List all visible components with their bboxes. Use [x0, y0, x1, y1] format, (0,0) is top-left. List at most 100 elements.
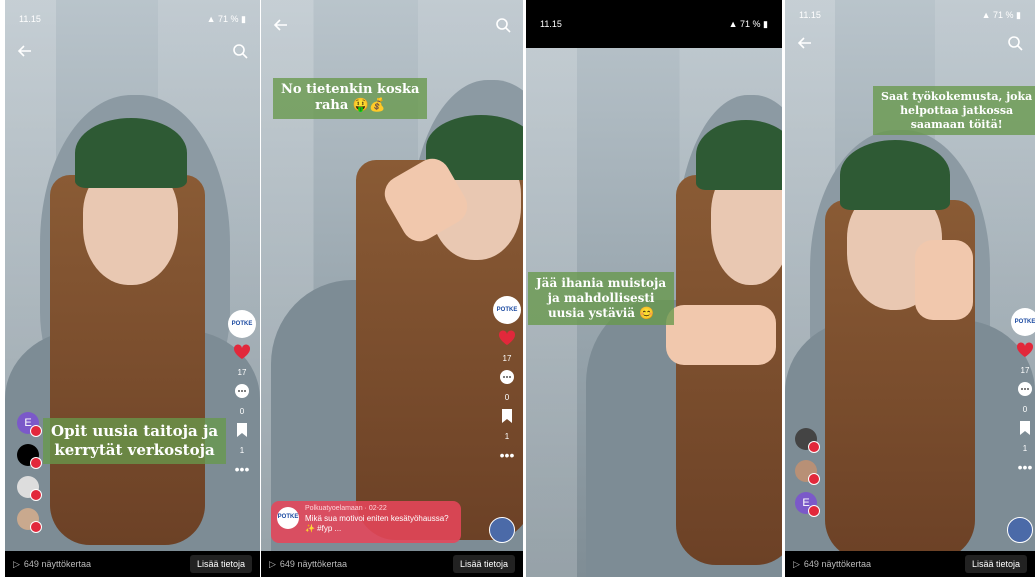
comment-icon[interactable]	[1017, 381, 1033, 399]
top-bar	[261, 14, 523, 36]
heart-badge-icon	[808, 473, 820, 485]
action-rail: POTKE 17 0 1 •••	[228, 310, 256, 477]
heart-icon[interactable]	[1016, 342, 1034, 360]
more-icon[interactable]: •••	[500, 447, 515, 463]
comment-count: 0	[504, 393, 510, 402]
avatar[interactable]: E	[795, 492, 820, 517]
battery-text: 71 %	[993, 9, 1014, 20]
bottom-bar: ▷ 649 näyttökertaa Lisää tietoja	[785, 551, 1035, 577]
viewer-avatars: E	[17, 412, 42, 533]
comment-author: Polkuatyoelamaan · 02-22	[305, 505, 387, 512]
avatar[interactable]	[17, 476, 42, 501]
video-panel-2[interactable]: No tietenkin koska raha 🤑💰 POTKE 17 0 1 …	[261, 0, 523, 577]
avatar[interactable]: E	[17, 412, 42, 437]
action-rail: POTKE 17 0 1 •••	[1011, 308, 1035, 475]
top-bar	[785, 32, 1035, 54]
action-rail: POTKE 17 0 1 •••	[493, 296, 521, 463]
back-arrow-icon[interactable]	[271, 15, 291, 35]
caption: Jää ihania muistoja ja mahdollisesti uus…	[528, 272, 675, 325]
heart-icon[interactable]	[233, 344, 251, 362]
caption-line: No tietenkin koska	[281, 82, 420, 97]
status-time: 11.15	[19, 14, 41, 24]
comment-text: Mikä sua motivoi eniten kesätyöhaussa? ✨…	[305, 513, 449, 533]
top-bar	[5, 40, 260, 62]
video-panel-1[interactable]: 11.15 ▲ 71 % ▮ Opit uusia taitoja ja ker…	[5, 0, 260, 577]
caption-line: kerrytät verkostoja	[54, 440, 215, 459]
battery-indicator: ▲ 71 % ▮	[206, 13, 246, 24]
account-logo[interactable]: POTKE	[228, 310, 256, 338]
comment-icon[interactable]	[234, 383, 250, 401]
battery-text: 71 %	[218, 13, 239, 24]
comment-count: 0	[1022, 405, 1028, 414]
account-logo[interactable]: POTKE	[493, 296, 521, 324]
like-count: 17	[1020, 366, 1030, 375]
more-icon[interactable]: •••	[1018, 459, 1033, 475]
search-icon[interactable]	[1005, 33, 1025, 53]
caption-line: uusia ystäviä 😊	[547, 306, 655, 320]
caption-line: helpottaa jatkossa	[900, 103, 1014, 117]
avatar[interactable]	[17, 444, 42, 469]
heart-badge-icon	[30, 521, 42, 533]
search-icon[interactable]	[230, 41, 250, 61]
play-icon: ▷	[793, 558, 800, 569]
like-count: 17	[237, 368, 247, 377]
battery-text: 71 %	[740, 18, 761, 29]
comment-bubble[interactable]: POTKE Polkuatyoelamaan · 02-22 Mikä sua …	[271, 501, 461, 543]
bottom-bar: ▷ 649 näyttökertaa Lisää tietoja	[261, 551, 523, 577]
avatar[interactable]	[795, 428, 820, 453]
bookmark-icon[interactable]	[236, 422, 248, 440]
more-info-button[interactable]: Lisää tietoja	[964, 555, 1027, 573]
video-panel-3[interactable]: 11.15 ▲ 71 % ▮ Jää ihania muistoja ja ma…	[526, 0, 782, 577]
status-bar: 11.15 ▲ 71 % ▮	[785, 0, 1035, 30]
avatar[interactable]	[489, 517, 515, 543]
caption: Saat työkokemusta, joka helpottaa jatkos…	[873, 86, 1035, 136]
play-icon: ▷	[13, 558, 20, 569]
avatar[interactable]	[17, 508, 42, 533]
status-time: 11.15	[799, 10, 821, 20]
caption-line: Saat työkokemusta, joka	[881, 90, 1033, 103]
status-bar: 11.15 ▲ 71 % ▮	[5, 0, 260, 38]
bookmark-icon[interactable]	[501, 408, 513, 426]
battery-indicator: ▲ 71 % ▮	[728, 18, 768, 29]
battery-indicator: ▲ 71 % ▮	[981, 9, 1021, 20]
view-count: 649 näyttökertaa	[279, 559, 347, 569]
heart-badge-icon	[808, 441, 820, 453]
heart-badge-icon	[30, 425, 42, 437]
heart-badge-icon	[30, 489, 42, 501]
heart-badge-icon	[808, 505, 820, 517]
caption-line: Jää ihania muistoja	[536, 276, 667, 290]
caption-line: ja mahdollisesti	[547, 291, 655, 305]
video-panel-4[interactable]: 11.15 ▲ 71 % ▮ Saat työkokemusta, joka h…	[785, 0, 1035, 577]
save-count: 1	[239, 446, 245, 455]
caption-line: raha 🤑💰	[315, 98, 386, 114]
account-logo[interactable]: POTKE	[1011, 308, 1035, 336]
viewer-avatars: E	[795, 428, 820, 517]
comment-avatar: POTKE	[277, 507, 299, 529]
status-bar: 11.15 ▲ 71 % ▮	[526, 0, 782, 48]
view-count: 649 näyttökertaa	[23, 559, 91, 569]
play-icon: ▷	[269, 558, 276, 569]
bookmark-icon[interactable]	[1019, 420, 1031, 438]
caption: No tietenkin koska raha 🤑💰	[273, 78, 428, 119]
avatar[interactable]	[1007, 517, 1033, 543]
back-arrow-icon[interactable]	[795, 33, 815, 53]
save-count: 1	[504, 432, 510, 441]
heart-icon[interactable]	[498, 330, 516, 348]
comment-count: 0	[239, 407, 245, 416]
more-icon[interactable]: •••	[235, 461, 250, 477]
search-icon[interactable]	[493, 15, 513, 35]
caption-line: saamaan töitä!	[910, 117, 1003, 131]
view-count: 649 näyttökertaa	[803, 559, 871, 569]
save-count: 1	[1022, 444, 1028, 453]
like-count: 17	[502, 354, 512, 363]
bottom-bar: ▷ 649 näyttökertaa Lisää tietoja	[5, 551, 260, 577]
status-time: 11.15	[540, 19, 562, 29]
more-info-button[interactable]: Lisää tietoja	[452, 555, 515, 573]
back-arrow-icon[interactable]	[15, 41, 35, 61]
more-info-button[interactable]: Lisää tietoja	[189, 555, 252, 573]
comment-icon[interactable]	[499, 369, 515, 387]
caption-line: Opit uusia taitoja ja	[51, 422, 219, 440]
heart-badge-icon	[30, 457, 42, 469]
caption: Opit uusia taitoja ja kerrytät verkostoj…	[43, 418, 227, 464]
avatar[interactable]	[795, 460, 820, 485]
